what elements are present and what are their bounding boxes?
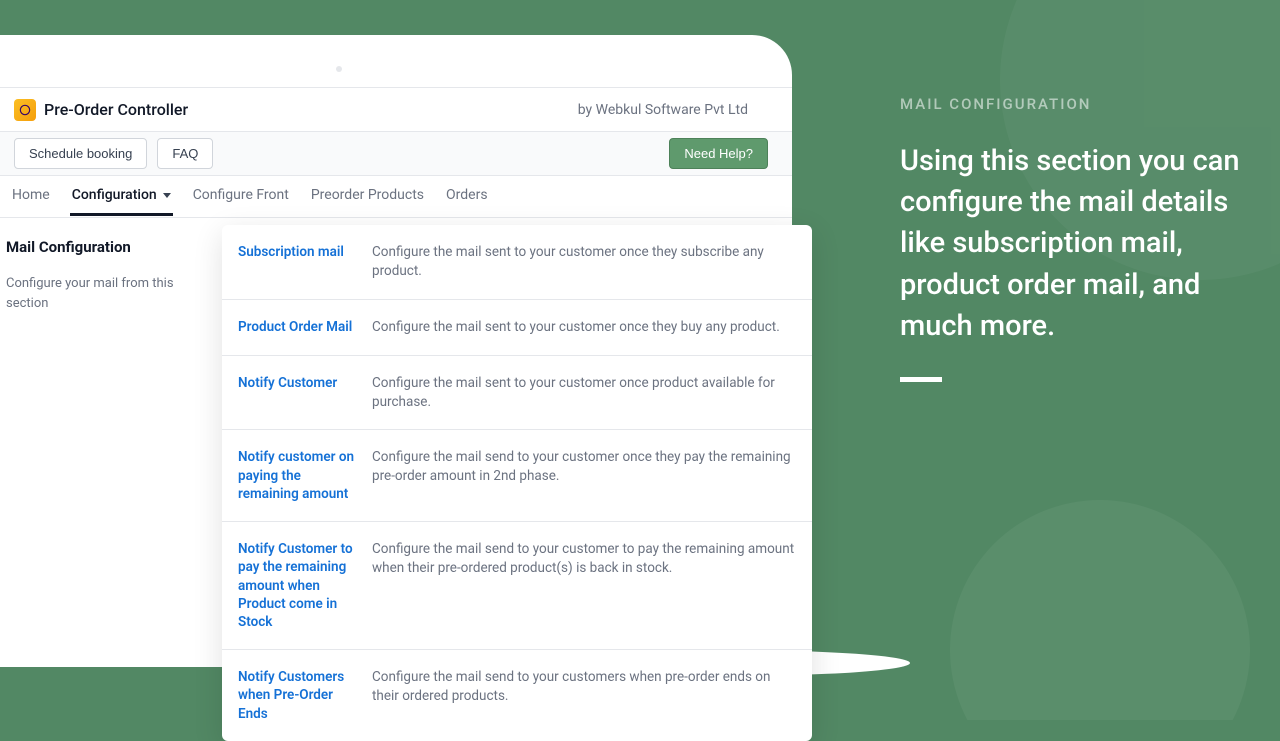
tab-label: Home (12, 187, 50, 203)
tab-label: Preorder Products (311, 187, 424, 203)
mail-type-desc: Configure the mail sent to your customer… (372, 243, 796, 281)
list-item: Product Order Mail Configure the mail se… (222, 300, 812, 356)
mail-type-desc: Configure the mail sent to your customer… (372, 374, 796, 412)
decorative-underline (900, 377, 942, 382)
toolbar: Schedule booking FAQ Need Help? (0, 132, 792, 176)
mail-config-list: Subscription mail Configure the mail sen… (222, 225, 812, 741)
faq-button[interactable]: FAQ (157, 138, 213, 169)
mail-type-desc: Configure the mail send to your customer… (372, 540, 796, 631)
app-author: by Webkul Software Pvt Ltd (578, 102, 748, 118)
app-icon (14, 99, 36, 121)
tab-configuration[interactable]: Configuration (70, 177, 173, 216)
tab-label: Configure Front (193, 187, 289, 203)
tab-label: Orders (446, 187, 488, 203)
list-item: Notify Customer to pay the remaining amo… (222, 522, 812, 650)
tab-orders[interactable]: Orders (444, 177, 490, 216)
nav-tabs: Home Configuration Configure Front Preor… (0, 176, 792, 218)
mail-type-desc: Configure the mail send to your customer… (372, 668, 796, 723)
tab-configure-front[interactable]: Configure Front (191, 177, 291, 216)
list-item: Subscription mail Configure the mail sen… (222, 225, 812, 300)
mail-type-link[interactable]: Subscription mail (238, 243, 354, 281)
mail-type-link[interactable]: Notify Customers when Pre-Order Ends (238, 668, 354, 723)
promo-body: Using this section you can configure the… (900, 141, 1240, 347)
section-title: Mail Configuration (6, 238, 214, 256)
mail-type-desc: Configure the mail send to your customer… (372, 448, 796, 503)
section-description: Configure your mail from this section (6, 274, 214, 313)
tab-home[interactable]: Home (10, 177, 52, 216)
app-title: Pre-Order Controller (44, 100, 188, 119)
sidebar: Mail Configuration Configure your mail f… (0, 218, 220, 667)
window-control-dot (336, 66, 342, 72)
tab-label: Configuration (72, 187, 157, 203)
app-header: Pre-Order Controller by Webkul Software … (0, 87, 792, 132)
window-titlebar (0, 35, 792, 87)
mail-type-link[interactable]: Notify customer on paying the remaining … (238, 448, 354, 503)
list-item: Notify Customer Configure the mail sent … (222, 356, 812, 431)
tab-preorder-products[interactable]: Preorder Products (309, 177, 426, 216)
mail-type-desc: Configure the mail sent to your customer… (372, 318, 796, 337)
promo-panel: MAIL CONFIGURATION Using this section yo… (900, 95, 1240, 382)
mail-type-link[interactable]: Product Order Mail (238, 318, 354, 337)
need-help-button[interactable]: Need Help? (669, 138, 768, 169)
chevron-down-icon (163, 193, 171, 198)
mail-type-link[interactable]: Notify Customer to pay the remaining amo… (238, 540, 354, 631)
mail-type-link[interactable]: Notify Customer (238, 374, 354, 412)
schedule-booking-button[interactable]: Schedule booking (14, 138, 147, 169)
list-item: Notify customer on paying the remaining … (222, 430, 812, 522)
promo-eyebrow: MAIL CONFIGURATION (900, 95, 1240, 113)
list-item: Notify Customers when Pre-Order Ends Con… (222, 650, 812, 741)
decorative-circle (950, 500, 1250, 720)
